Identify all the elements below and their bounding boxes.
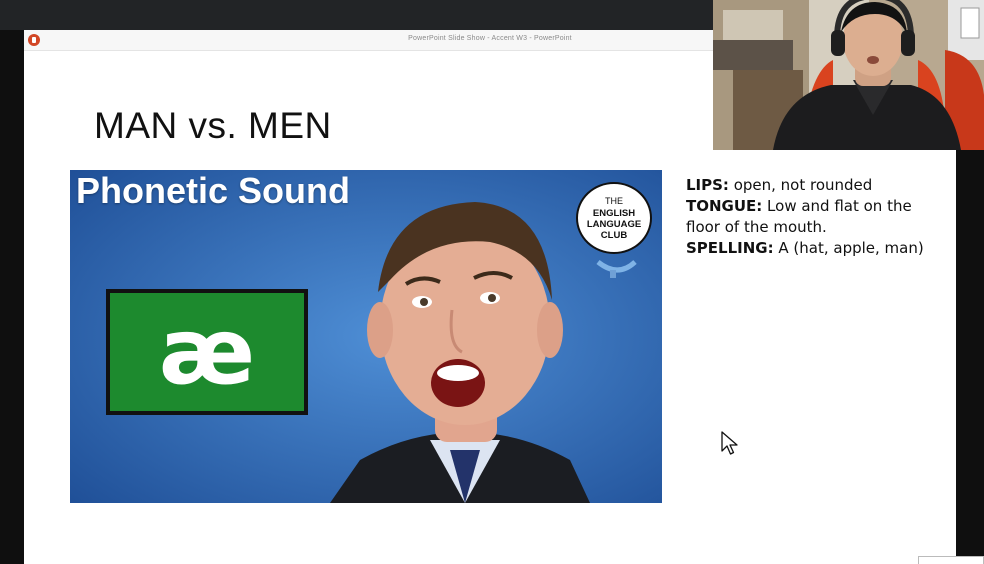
thumbnail-heading: Phonetic Sound <box>76 170 350 211</box>
webcam-overlay <box>713 0 984 150</box>
note-text: A (hat, apple, man) <box>773 239 924 257</box>
note-label: SPELLING: <box>686 239 774 257</box>
video-thumbnail: Phonetic Sound æ THE ENGLISH LANGUAGE CL… <box>70 170 662 503</box>
logo-line-4: CLUB <box>600 230 628 241</box>
webcam-scene <box>713 0 984 150</box>
note-spelling: SPELLING: A (hat, apple, man) <box>686 238 926 259</box>
pronunciation-notes: LIPS: open, not rounded TONGUE: Low and … <box>686 175 926 259</box>
note-text: open, not rounded <box>728 176 873 194</box>
logo-line-1: THE <box>605 196 623 206</box>
logo-line-2: ENGLISH <box>592 208 636 219</box>
slide-title: MAN vs. MEN <box>94 105 332 146</box>
note-label: LIPS: <box>686 176 729 194</box>
mouse-pointer-icon <box>721 431 738 455</box>
note-label: TONGUE: <box>686 197 763 215</box>
note-lips: LIPS: open, not rounded <box>686 175 926 196</box>
note-tongue: TONGUE: Low and flat on the floor of the… <box>686 196 926 238</box>
phonetic-symbol: æ <box>158 298 256 405</box>
right-dark-margin <box>956 150 984 564</box>
logo-line-3: LANGUAGE <box>586 219 642 230</box>
slideshow-control-tab[interactable] <box>918 556 984 564</box>
english-language-club-logo: THE ENGLISH LANGUAGE CLUB <box>576 182 652 254</box>
left-dark-margin <box>0 30 24 564</box>
phonetic-symbol-box: æ <box>106 289 308 415</box>
